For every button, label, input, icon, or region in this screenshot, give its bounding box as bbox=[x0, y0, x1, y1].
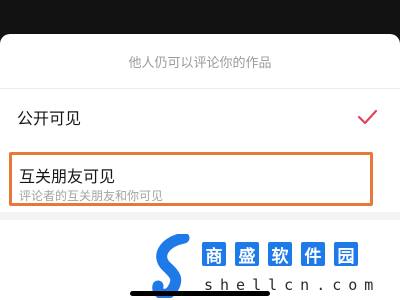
watermark-char: 件 bbox=[299, 240, 327, 268]
option-mutual-friends[interactable]: 互关朋友可见 评论者的互关朋友和你可见 bbox=[9, 152, 373, 206]
sheet-header: 他人仍可以评论你的作品 bbox=[128, 55, 272, 71]
home-indicator bbox=[130, 291, 270, 296]
check-icon bbox=[357, 109, 378, 125]
option-mutual-friends-label: 互关朋友可见 bbox=[19, 167, 116, 186]
watermark-char: 软 bbox=[266, 240, 294, 268]
option-public-label: 公开可见 bbox=[17, 109, 82, 128]
section-gap bbox=[0, 212, 400, 220]
option-public[interactable]: 公开可见 bbox=[0, 89, 400, 145]
watermark-char: 商 bbox=[200, 240, 228, 268]
watermark-char: 园 bbox=[332, 240, 360, 268]
logo-icon bbox=[152, 234, 190, 298]
watermark-char: 盛 bbox=[233, 240, 261, 268]
option-mutual-friends-subtitle: 评论者的互关朋友和你可见 bbox=[19, 189, 164, 203]
